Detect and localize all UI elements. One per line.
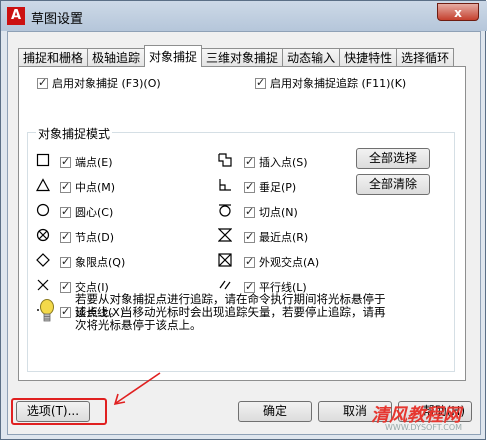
checkbox-label: 中点(M) (75, 181, 116, 194)
tab-quick-properties[interactable]: 快捷特性 (339, 48, 398, 67)
tracking-hint-text: 若要从对象捕捉点进行追踪，请在命令执行期间将光标悬停于 该点上。当移动光标时会出… (75, 293, 405, 332)
ok-button[interactable]: 确定 (238, 401, 312, 422)
snap-endpoint-checkbox[interactable]: 端点(E) (60, 154, 113, 170)
checkbox-box[interactable] (244, 205, 255, 218)
checkbox-label: 节点(D) (75, 231, 115, 244)
drafting-settings-window: A 草图设置 x 捕捉和栅格 极轴追踪 对象捕捉 三维对象捕捉 动态输入 快捷特… (0, 0, 487, 440)
checkbox-label: 端点(E) (75, 156, 113, 169)
checkbox-label: 最近点(R) (259, 231, 309, 244)
checkbox-label: 外观交点(A) (259, 256, 320, 269)
center-circle-icon (36, 203, 50, 217)
tab-polar-tracking[interactable]: 极轴追踪 (87, 48, 146, 67)
midpoint-triangle-icon (36, 178, 50, 192)
snap-node-checkbox[interactable]: 节点(D) (60, 229, 114, 245)
nearest-icon (218, 228, 232, 242)
tab-strip: 捕捉和栅格 极轴追踪 对象捕捉 三维对象捕捉 动态输入 快捷特性 选择循环 (18, 45, 455, 67)
tab-3d-object-snap[interactable]: 三维对象捕捉 (201, 48, 284, 67)
tab-dynamic-input[interactable]: 动态输入 (282, 48, 341, 67)
snap-midpoint-checkbox[interactable]: 中点(M) (60, 179, 115, 195)
snap-nearest-checkbox[interactable]: 最近点(R) (244, 229, 308, 245)
endpoint-square-icon (36, 153, 50, 167)
snap-center-checkbox[interactable]: 圆心(C) (60, 204, 113, 220)
checkbox-box[interactable] (60, 180, 71, 193)
checkbox-box[interactable] (60, 230, 71, 243)
tab-selection-cycling[interactable]: 选择循环 (396, 48, 455, 67)
checkbox-label: 启用对象捕捉 (F3)(O) (52, 77, 161, 90)
perpendicular-icon (219, 179, 231, 191)
annotation-arrow (113, 372, 161, 406)
title-bar[interactable]: A 草图设置 x (1, 1, 487, 31)
checkbox-box[interactable] (244, 155, 255, 168)
checkbox-box[interactable] (60, 305, 71, 318)
enable-object-snap-checkbox[interactable]: 启用对象捕捉 (F3)(O) (37, 75, 161, 91)
close-button[interactable]: x (437, 3, 479, 21)
clear-all-button[interactable]: 全部清除 (356, 174, 430, 195)
snap-modes-group-title: 对象捕捉模式 (36, 125, 113, 142)
checkbox-box[interactable] (60, 255, 71, 268)
snap-apparent-intersection-checkbox[interactable]: 外观交点(A) (244, 254, 319, 270)
node-icon (36, 228, 50, 242)
tab-snap-and-grid[interactable]: 捕捉和栅格 (18, 48, 89, 67)
hint-line-3: 次将光标悬停于该点上。 (75, 318, 202, 332)
insertion-icon (218, 153, 232, 167)
lightbulb-info-icon (40, 299, 54, 322)
checkbox-label: 圆心(C) (75, 206, 114, 219)
checkbox-label: 插入点(S) (259, 156, 308, 169)
snap-tangent-checkbox[interactable]: 切点(N) (244, 204, 298, 220)
checkbox-box[interactable] (255, 76, 266, 89)
options-highlight-callout (11, 398, 107, 425)
intersection-x-icon (37, 279, 49, 291)
parallel-icon (219, 280, 231, 290)
checkbox-label: 象限点(Q) (75, 256, 126, 269)
dialog-body: 捕捉和栅格 极轴追踪 对象捕捉 三维对象捕捉 动态输入 快捷特性 选择循环 启用… (7, 31, 481, 435)
tangent-icon (219, 204, 231, 217)
snap-perpendicular-checkbox[interactable]: 垂足(P) (244, 179, 296, 195)
snap-quadrant-checkbox[interactable]: 象限点(Q) (60, 254, 125, 270)
apparent-intersection-icon (218, 253, 232, 267)
select-all-button[interactable]: 全部选择 (356, 148, 430, 169)
checkbox-box[interactable] (244, 280, 255, 293)
snap-modes-group: 对象捕捉模式 端点(E) 中点(M) 圆心(C) 节点(D) 象限点(Q) 交点… (27, 125, 455, 372)
checkbox-box[interactable] (37, 76, 48, 89)
checkbox-label: 切点(N) (259, 206, 298, 219)
checkbox-box[interactable] (244, 255, 255, 268)
checkbox-box[interactable] (60, 205, 71, 218)
enable-snap-tracking-checkbox[interactable]: 启用对象捕捉追踪 (F11)(K) (255, 75, 406, 91)
tab-object-snap[interactable]: 对象捕捉 (144, 45, 203, 67)
checkbox-box[interactable] (244, 180, 255, 193)
checkbox-box[interactable] (244, 230, 255, 243)
autocad-logo-icon: A (7, 7, 25, 25)
window-title: 草图设置 (31, 12, 84, 27)
snap-insertion-checkbox[interactable]: 插入点(S) (244, 154, 308, 170)
checkbox-box[interactable] (60, 280, 71, 293)
quadrant-diamond-icon (36, 253, 50, 267)
checkbox-label: 启用对象捕捉追踪 (F11)(K) (270, 77, 407, 90)
checkbox-box[interactable] (60, 155, 71, 168)
object-snap-panel: 启用对象捕捉 (F3)(O) 启用对象捕捉追踪 (F11)(K) 对象捕捉模式 … (18, 66, 466, 381)
checkbox-label: 垂足(P) (259, 181, 297, 194)
watermark-url: WWW.DYSOFT.COM (385, 423, 463, 432)
